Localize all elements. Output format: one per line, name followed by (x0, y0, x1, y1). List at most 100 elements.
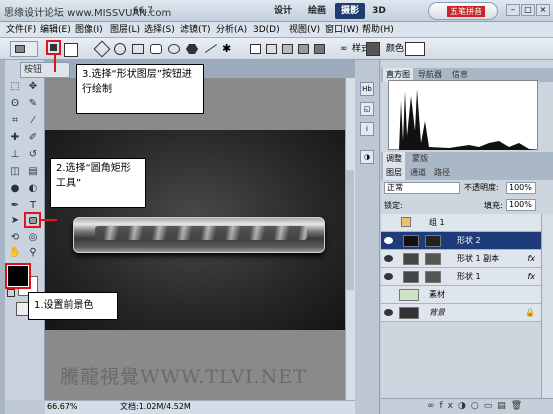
histogram-chart (399, 89, 537, 150)
close-icon[interactable]: × (536, 4, 550, 16)
layers-scrollbar[interactable] (541, 214, 553, 398)
workspace-3d[interactable]: 3D (368, 3, 390, 19)
rounded-rectangle-tool-button[interactable] (24, 212, 41, 228)
tab-masks[interactable]: 蒙版 (409, 152, 431, 166)
menu-view[interactable]: 视图(V) (289, 24, 320, 36)
layer-row-background[interactable]: 背景 🔒 (381, 304, 541, 322)
shape-layers-icon (50, 44, 57, 51)
menu-image[interactable]: 图像(I) (75, 24, 103, 36)
rectangle-tool-icon[interactable] (132, 44, 144, 54)
tab-paths[interactable]: 路径 (431, 166, 453, 180)
3d-rotate-icon[interactable]: ⟲ (8, 231, 22, 245)
lasso-tool-icon[interactable]: ʘ (8, 97, 22, 111)
fill-label: 填充: (484, 201, 503, 210)
menu-filter[interactable]: 滤镜(T) (180, 24, 211, 36)
layer-row-group[interactable]: 组 1 (381, 214, 541, 232)
blur-tool-icon[interactable]: ● (8, 182, 22, 196)
3d-orbit-icon[interactable]: ◎ (26, 231, 40, 245)
shape-layers-button[interactable] (46, 40, 61, 55)
menu-select[interactable]: 选择(S) (144, 24, 175, 36)
opacity-field[interactable]: 100% (506, 182, 536, 194)
layer-row-shape1-copy[interactable]: 形状 1 副本 fx (381, 250, 541, 268)
custom-shape-icon[interactable]: ✱ (222, 43, 234, 55)
quick-select-icon[interactable]: ✎ (26, 97, 40, 111)
menu-3d[interactable]: 3D(D) (253, 24, 280, 36)
hand-tool-icon[interactable]: ✋ (8, 246, 22, 260)
document-tab[interactable]: 桉钮 (20, 62, 70, 78)
style-picker[interactable] (366, 42, 380, 56)
subtract-area-icon[interactable] (282, 44, 293, 54)
minimize-icon[interactable]: – (506, 4, 520, 16)
workspace-design[interactable]: 设计 (268, 3, 298, 19)
exclude-area-icon[interactable] (314, 44, 325, 54)
layer-row-material[interactable]: 素材 (381, 286, 541, 304)
vector-mask-thumb (425, 271, 441, 283)
freeform-pen-icon[interactable] (114, 43, 126, 55)
visibility-eye-icon[interactable] (384, 237, 393, 244)
path-select-icon[interactable]: ➤ (8, 214, 22, 228)
layer-row-shape1[interactable]: 形状 1 fx (381, 268, 541, 286)
menu-window[interactable]: 窗口(W) (325, 24, 359, 36)
layer-row-shape2[interactable]: 形状 2 (381, 232, 541, 250)
ime-label: 五笔拼音 (447, 6, 485, 17)
foreground-color-swatch[interactable] (5, 263, 31, 289)
history-brush-icon[interactable]: ↺ (26, 148, 40, 162)
canvas-scroll-thumb[interactable] (346, 170, 354, 290)
tlvi-watermark: 騰龍視覺WWW.TLVI.NET (60, 366, 307, 388)
marquee-tool-icon[interactable]: ⬚ (8, 80, 22, 94)
zoom-level[interactable]: 66.7 (128, 3, 158, 19)
clone-stamp-icon[interactable]: ⊥ (8, 148, 22, 162)
vector-mask-thumb (425, 235, 441, 247)
brush-tool-icon[interactable]: ✐ (26, 131, 40, 145)
layers-tabs: 图层 通道 路径 (381, 166, 553, 180)
visibility-eye-icon[interactable] (384, 273, 393, 280)
callout2-pointer (41, 219, 57, 221)
eyedropper-icon[interactable]: ⁄ (26, 114, 40, 128)
intersect-area-icon[interactable] (298, 44, 309, 54)
tool-preset-picker[interactable] (10, 41, 38, 57)
tab-adjustments[interactable]: 调整 (383, 152, 405, 166)
menu-edit[interactable]: 编辑(E) (40, 24, 71, 36)
cs-live-button[interactable]: 五笔拼音 (428, 2, 498, 20)
workspace-photo[interactable]: 摄影 (335, 3, 365, 19)
pen-tool-icon[interactable]: ✒ (8, 199, 22, 213)
ellipse-tool-icon[interactable] (168, 44, 180, 54)
adjustments-panel-icon[interactable]: ◑ (360, 150, 374, 164)
visibility-eye-icon[interactable] (384, 309, 393, 316)
link-icon[interactable]: ∞ (340, 44, 350, 54)
fill-field[interactable]: 100% (506, 199, 536, 211)
menu-analysis[interactable]: 分析(A) (216, 24, 247, 36)
workspace-paint[interactable]: 绘画 (302, 3, 332, 19)
crop-tool-icon[interactable]: ⌗ (8, 114, 22, 128)
maximize-icon[interactable]: □ (521, 4, 535, 16)
menu-help[interactable]: 帮助(H) (362, 24, 394, 36)
vector-mask-thumb (425, 253, 441, 265)
add-area-icon[interactable] (266, 44, 277, 54)
navigator-panel-icon[interactable]: ◱ (360, 102, 374, 116)
zoom-percent[interactable]: 66.67% (47, 401, 78, 413)
color-swatch[interactable] (405, 42, 425, 56)
dodge-tool-icon[interactable]: ◐ (26, 182, 40, 196)
layer-name: 素材 (429, 290, 445, 299)
zoom-tool-icon[interactable]: ⚲ (26, 246, 40, 260)
healing-brush-icon[interactable]: ✚ (8, 131, 22, 145)
fx-badge[interactable]: fx (527, 268, 535, 286)
menu-file[interactable]: 文件(F) (6, 24, 36, 36)
info-panel-icon[interactable]: i (360, 122, 374, 136)
paths-button[interactable] (64, 43, 78, 57)
tab-channels[interactable]: 通道 (407, 166, 429, 180)
gradient-tool-icon[interactable]: ▤ (26, 165, 40, 179)
eraser-tool-icon[interactable]: ◫ (8, 165, 22, 179)
type-tool-icon[interactable]: T (26, 199, 40, 213)
blend-mode-select[interactable]: 正常 (384, 182, 460, 194)
histogram-panel-icon[interactable]: Hb (360, 82, 374, 96)
fx-badge[interactable]: fx (527, 250, 535, 268)
menu-layer[interactable]: 图层(L) (110, 24, 140, 36)
move-tool-icon[interactable]: ✥ (26, 80, 40, 94)
layer-thumb (399, 289, 419, 301)
rounded-rectangle-tool-icon[interactable] (150, 44, 162, 54)
new-layer-mode-icon[interactable] (250, 44, 261, 54)
default-colors-icon[interactable] (7, 289, 15, 297)
tab-layers[interactable]: 图层 (383, 166, 405, 180)
visibility-eye-icon[interactable] (384, 255, 393, 262)
